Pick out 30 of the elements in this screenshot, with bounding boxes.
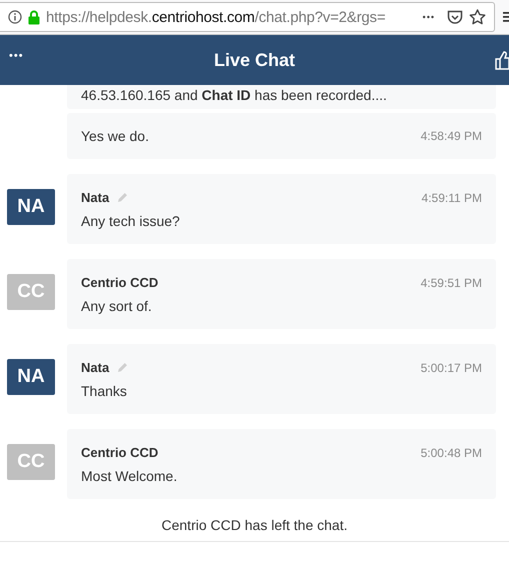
avatar: NA <box>7 189 55 225</box>
message-text: Any sort of. <box>81 298 153 314</box>
sender-name: Nata <box>81 360 110 375</box>
message-time: 4:59:51 PM <box>420 276 482 290</box>
message-text: Thanks <box>81 383 128 399</box>
thumbs-up-icon[interactable] <box>495 50 509 70</box>
sender-name: Centrio CCD <box>81 445 158 460</box>
menu-button[interactable]: ••• <box>9 50 24 62</box>
message-time: 5:00:17 PM <box>420 360 482 374</box>
star-icon[interactable] <box>469 9 486 25</box>
menu-icon[interactable] <box>503 10 509 24</box>
avatar: CC <box>7 444 55 480</box>
sender-name: Nata <box>81 190 110 205</box>
avatar: CC <box>7 274 55 310</box>
avatar: NA <box>7 359 55 395</box>
chat-title: Live Chat <box>214 50 296 70</box>
info-icon[interactable] <box>8 10 22 24</box>
more-button[interactable]: ••• <box>422 12 435 22</box>
system-message: Centrio CCD has left the chat. <box>160 517 348 533</box>
message-time: 4:59:11 PM <box>422 190 482 204</box>
message-text: Any tech issue? <box>81 213 181 229</box>
pocket-icon[interactable] <box>447 10 463 24</box>
message-text: Yes we do. <box>81 128 149 144</box>
lock-icon <box>28 10 40 24</box>
url-text[interactable]: https://helpdesk.centriohost.com/chat.php?v=2&rgs= <box>46 8 417 26</box>
sender-name: Centrio CCD <box>81 275 158 290</box>
message-text: 46.53.160.165 and Chat ID has been recorded.... <box>81 87 387 103</box>
message-text: Most Welcome. <box>81 468 178 484</box>
message-time: 5:00:48 PM <box>420 446 482 460</box>
message-time: 4:58:49 PM <box>420 129 482 143</box>
